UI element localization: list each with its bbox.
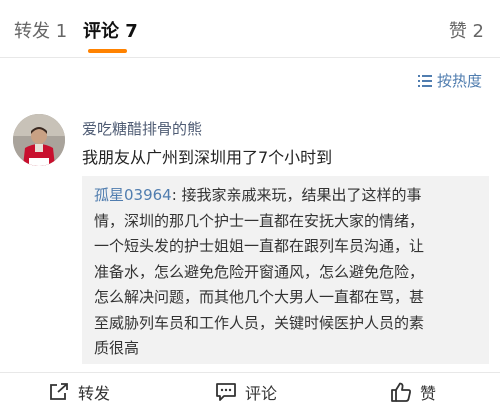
reply-line: 质很高 <box>94 339 140 357</box>
comment-label: 评论 <box>245 384 278 403</box>
reply-line: 准备水，怎么避免危险开窗通风，怎么避免危险， <box>94 262 425 281</box>
share-icon <box>48 382 70 402</box>
reply-line: 孤星03964: 接我家亲戚来玩，结果出了这样的事 <box>94 183 479 209</box>
like-button[interactable]: 赞 <box>390 380 436 404</box>
reply-line: 至威胁列车员和工作人员，关键时候医护人员的素 <box>94 313 425 332</box>
repost-button[interactable]: 转发 <box>48 380 110 404</box>
thumbs-up-icon <box>390 382 412 402</box>
like-label: 赞 <box>420 384 437 403</box>
tab-bar: 转发 1 评论 7 赞 2 <box>0 0 500 58</box>
comment-username[interactable]: 爱吃糖醋排骨的熊 <box>82 118 202 139</box>
action-bar: 转发 评论 赞 <box>0 372 500 407</box>
comment-text: 我朋友从广州到深圳用了7个小时到 <box>82 148 333 167</box>
reply-line: 怎么解决问题，而其他几个大男人一直都在骂，甚 <box>94 288 425 306</box>
tab-comment[interactable]: 评论 7 <box>83 20 138 44</box>
reply-line: 一个短头发的护士姐姐一直都在跟列车员沟通，让 <box>94 237 425 255</box>
tab-like[interactable]: 赞 2 <box>449 20 484 44</box>
tab-active-indicator <box>88 49 127 53</box>
sort-by-popularity-button[interactable]: 按热度 <box>417 70 482 91</box>
repost-label: 转发 <box>78 384 111 403</box>
comment-button[interactable]: 评论 <box>215 380 277 404</box>
reply-box[interactable]: 孤星03964: 接我家亲戚来玩，结果出了这样的事 情，深圳的那几个护士一直都在… <box>82 176 489 364</box>
tab-repost[interactable]: 转发 1 <box>14 20 67 44</box>
comment-icon <box>215 382 237 402</box>
reply-text: : 接我家亲戚来玩，结果出了这样的事 <box>171 186 422 204</box>
reply-author[interactable]: 孤星03964 <box>94 186 172 204</box>
avatar[interactable] <box>13 114 65 166</box>
comment-item: 爱吃糖醋排骨的熊 我朋友从广州到深圳用了7个小时到 孤星03964: 接我家亲戚… <box>0 104 500 372</box>
reply-line: 情，深圳的那几个护士一直都在安抚大家的情绪， <box>94 211 425 230</box>
sort-icon <box>417 74 433 88</box>
sort-row: 按热度 <box>0 58 500 104</box>
sort-label: 按热度 <box>436 72 482 90</box>
